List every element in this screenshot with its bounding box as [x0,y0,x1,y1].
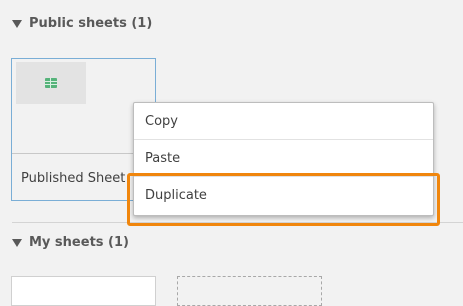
menu-item-duplicate[interactable]: Duplicate [134,177,433,214]
menu-item-copy[interactable]: Copy [134,103,433,140]
my-sheets-title: My sheets (1) [29,235,129,250]
sheet-thumbnail [16,62,86,104]
context-menu: Copy Paste Duplicate [133,102,434,216]
public-sheets-header[interactable]: Public sheets (1) [12,16,152,31]
my-sheet-card[interactable] [11,276,156,306]
collapse-triangle-icon[interactable] [12,238,22,247]
sheet-grid-icon [45,78,57,88]
create-new-sheet-placeholder[interactable] [177,276,322,306]
menu-item-paste[interactable]: Paste [134,140,433,177]
public-sheets-title: Public sheets (1) [29,16,153,31]
collapse-triangle-icon[interactable] [12,19,22,28]
sheet-card-title: Published Sheet [21,171,126,186]
my-sheets-header[interactable]: My sheets (1) [12,235,129,250]
section-divider [12,222,463,223]
